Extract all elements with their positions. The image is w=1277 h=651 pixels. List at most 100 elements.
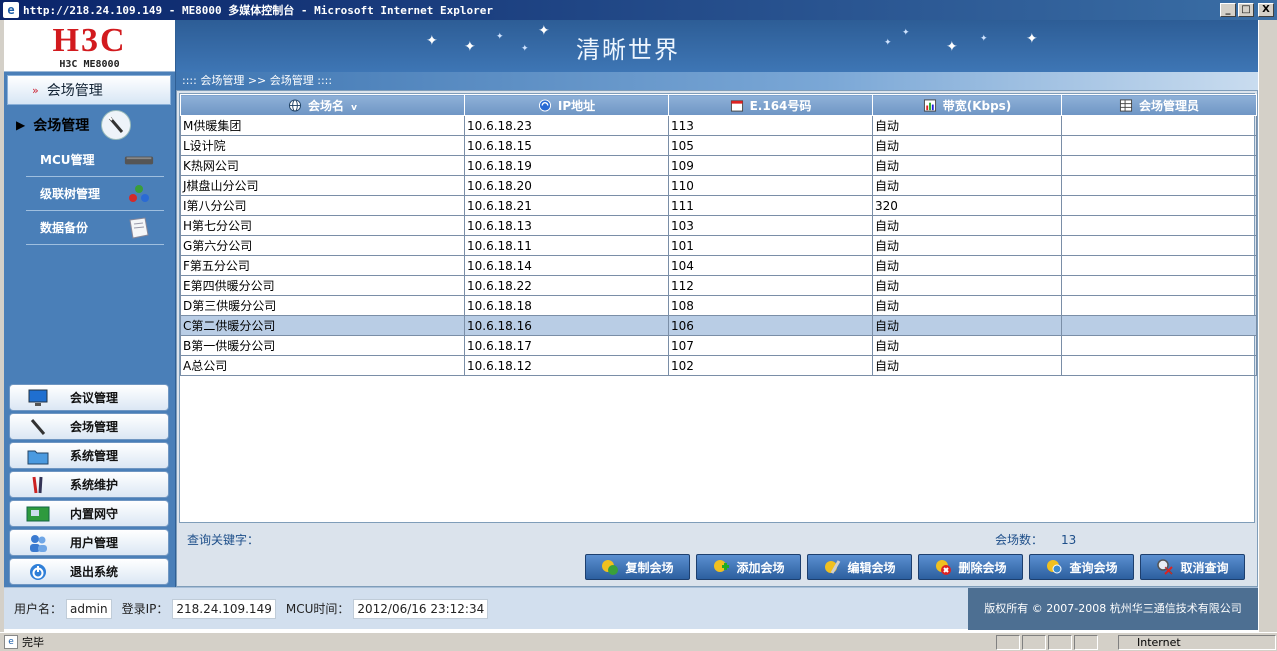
table-cell: 105 bbox=[668, 135, 873, 156]
cancel-query-button[interactable]: 取消查询 bbox=[1140, 554, 1245, 580]
sidebar-item-label: 数据备份 bbox=[40, 221, 89, 235]
venue-count-label: 会场数： bbox=[995, 533, 1044, 547]
delete-venue-button[interactable]: 删除会场 bbox=[918, 554, 1023, 580]
table-row[interactable]: E第四供暖分公司 10.6.18.22 112 自动 bbox=[180, 275, 1257, 296]
brand-logo: H3C bbox=[52, 22, 127, 59]
table-cell: 自动 bbox=[872, 215, 1062, 236]
table-cell: D第三供暖分公司 bbox=[180, 295, 465, 316]
wand-icon bbox=[26, 417, 50, 437]
column-header-label: 会场名 bbox=[307, 98, 344, 113]
menu-builtin-gatekeeper[interactable]: 内置网守 bbox=[9, 500, 169, 527]
double-chevron-icon: » bbox=[32, 83, 39, 97]
table-row[interactable]: L设计院 10.6.18.15 105 自动 bbox=[180, 135, 1257, 156]
table-cell bbox=[1061, 195, 1257, 216]
table-cell: 自动 bbox=[872, 235, 1062, 256]
table-cell: 104 bbox=[668, 255, 873, 276]
menu-label: 系统维护 bbox=[70, 478, 119, 492]
menu-user-management[interactable]: 用户管理 bbox=[9, 529, 169, 556]
table-row[interactable]: K热网公司 10.6.18.19 109 自动 bbox=[180, 155, 1257, 176]
table-row[interactable]: H第七分公司 10.6.18.13 103 自动 bbox=[180, 215, 1257, 236]
table-cell: 10.6.18.16 bbox=[464, 315, 669, 336]
table-row[interactable]: M供暖集团 10.6.18.23 113 自动 bbox=[180, 115, 1257, 136]
menu-system-maintenance[interactable]: 系统维护 bbox=[9, 471, 169, 498]
add-icon bbox=[712, 558, 730, 576]
menu-system-management[interactable]: 系统管理 bbox=[9, 442, 169, 469]
minimize-button[interactable]: _ bbox=[1220, 3, 1236, 17]
table-row[interactable]: F第五分公司 10.6.18.14 104 自动 bbox=[180, 255, 1257, 276]
menu-conference-management[interactable]: 会议管理 bbox=[9, 384, 169, 411]
monitor-icon bbox=[26, 388, 50, 408]
edit-venue-button[interactable]: 编辑会场 bbox=[807, 554, 912, 580]
table-row[interactable]: D第三供暖分公司 10.6.18.18 108 自动 bbox=[180, 295, 1257, 316]
cancel-query-icon bbox=[1156, 558, 1174, 576]
table-row[interactable]: C第二供暖分公司 10.6.18.16 106 自动 bbox=[180, 315, 1257, 336]
table-cell bbox=[1061, 315, 1257, 336]
page-icon: e bbox=[4, 635, 18, 649]
table-icon bbox=[1119, 98, 1133, 112]
star-icon: ✦ bbox=[496, 32, 504, 42]
copy-icon bbox=[601, 558, 619, 576]
table-cell: 自动 bbox=[872, 155, 1062, 176]
column-header-ip[interactable]: IP地址 bbox=[464, 94, 669, 116]
table-cell bbox=[1061, 215, 1257, 236]
venue-grid: 会场名 v IP地址 E.164号码 带宽(Kbps) 会场管理员 M供暖集团 … bbox=[179, 93, 1257, 523]
edit-icon bbox=[823, 558, 841, 576]
table-cell: H第七分公司 bbox=[180, 215, 465, 236]
sidebar-item-label: 级联树管理 bbox=[40, 187, 101, 201]
table-cell bbox=[1061, 135, 1257, 156]
sidebar-active-category[interactable]: ▶ 会场管理 bbox=[4, 107, 175, 143]
status-text: 完毕 bbox=[22, 636, 44, 649]
maximize-button[interactable]: □ bbox=[1238, 3, 1254, 17]
column-header-venue-name[interactable]: 会场名 v bbox=[180, 94, 465, 116]
column-header-e164[interactable]: E.164号码 bbox=[668, 94, 873, 116]
security-zone: Internet bbox=[1118, 635, 1276, 650]
table-cell: 10.6.18.13 bbox=[464, 215, 669, 236]
table-row[interactable]: I第八分公司 10.6.18.21 111 320 bbox=[180, 195, 1257, 216]
table-cell: E第四供暖分公司 bbox=[180, 275, 465, 296]
ip-label: 登录IP： bbox=[121, 602, 169, 616]
table-row[interactable]: B第一供暖分公司 10.6.18.17 107 自动 bbox=[180, 335, 1257, 356]
menu-venue-management[interactable]: 会场管理 bbox=[9, 413, 169, 440]
breadcrumb: :::: 会场管理 >> 会场管理 :::: bbox=[176, 72, 1258, 90]
table-cell: 10.6.18.19 bbox=[464, 155, 669, 176]
column-header-admin[interactable]: 会场管理员 bbox=[1061, 94, 1257, 116]
table-cell: F第五分公司 bbox=[180, 255, 465, 276]
menu-label: 会场管理 bbox=[70, 420, 119, 434]
table-cell: 自动 bbox=[872, 115, 1062, 136]
button-label: 删除会场 bbox=[958, 560, 1007, 575]
venue-count-value: 13 bbox=[1061, 533, 1077, 547]
status-cell bbox=[1022, 635, 1046, 650]
table-row[interactable]: A总公司 10.6.18.12 102 自动 bbox=[180, 355, 1257, 376]
copy-venue-button[interactable]: 复制会场 bbox=[585, 554, 690, 580]
sidebar-item-cascade-tree[interactable]: 级联树管理 bbox=[26, 177, 164, 211]
table-cell: 110 bbox=[668, 175, 873, 196]
table-cell: 320 bbox=[872, 195, 1062, 216]
bar-chart-icon bbox=[923, 98, 937, 112]
close-button[interactable]: X bbox=[1258, 3, 1274, 17]
sidebar-item-mcu[interactable]: MCU管理 bbox=[26, 143, 164, 177]
table-row[interactable]: J棋盘山分公司 10.6.18.20 110 自动 bbox=[180, 175, 1257, 196]
column-header-label: 带宽(Kbps) bbox=[942, 98, 1012, 113]
table-cell bbox=[1061, 235, 1257, 256]
table-row[interactable]: G第六分公司 10.6.18.11 101 自动 bbox=[180, 235, 1257, 256]
table-cell bbox=[1061, 155, 1257, 176]
menu-label: 内置网守 bbox=[70, 507, 119, 521]
table-cell: 103 bbox=[668, 215, 873, 236]
table-cell: 自动 bbox=[872, 255, 1062, 276]
add-venue-button[interactable]: 添加会场 bbox=[696, 554, 801, 580]
triangle-right-icon: ▶ bbox=[16, 118, 26, 132]
table-cell: 自动 bbox=[872, 275, 1062, 296]
table-cell: 109 bbox=[668, 155, 873, 176]
main-menu: 会议管理 会场管理 系统管理 系统维护 内置网守 用户管理 退出系统 bbox=[9, 384, 169, 587]
star-icon: ✦ bbox=[521, 44, 529, 54]
table-cell: 10.6.18.15 bbox=[464, 135, 669, 156]
mcu-device-icon bbox=[124, 151, 154, 169]
table-cell: L设计院 bbox=[180, 135, 465, 156]
main-content: 会场名 v IP地址 E.164号码 带宽(Kbps) 会场管理员 M供暖集团 … bbox=[176, 90, 1258, 587]
column-header-bandwidth[interactable]: 带宽(Kbps) bbox=[872, 94, 1062, 116]
query-venue-button[interactable]: 查询会场 bbox=[1029, 554, 1134, 580]
folder-icon bbox=[26, 446, 50, 466]
sidebar-item-data-backup[interactable]: 数据备份 bbox=[26, 211, 164, 245]
sidebar-header-label: 会场管理 bbox=[46, 83, 103, 99]
menu-logout[interactable]: 退出系统 bbox=[9, 558, 169, 585]
